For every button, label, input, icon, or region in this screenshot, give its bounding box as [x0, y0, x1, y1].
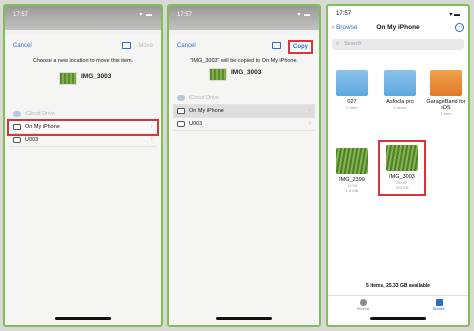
location-u003[interactable]: U003 › [9, 134, 157, 147]
drive-icon [13, 137, 21, 143]
search-placeholder: Search [344, 41, 362, 47]
search-input[interactable]: ⌕ Search [332, 39, 464, 50]
tab-bar: Recents Browse [328, 295, 468, 313]
file-name: IMG_3003 [81, 73, 112, 80]
file-thumbnail [209, 68, 227, 81]
chevron-right-icon: › [308, 107, 311, 114]
cloud-icon [177, 95, 185, 101]
grid-item[interactable]: 027 1 item [330, 70, 374, 110]
status-time: 17:57 [336, 11, 352, 17]
status-time: 17:57 [177, 12, 193, 18]
location-label: iCloud Drive [189, 95, 219, 101]
grid-item[interactable]: GarageBand for iOS 1 item [424, 70, 468, 116]
new-folder-icon[interactable] [272, 42, 281, 49]
status-icons: ▾ ▬ [297, 12, 311, 18]
storage-summary: 5 items, 25.33 GB available [366, 283, 430, 289]
prompt-text: "IMG_3003" will be copied to On My iPhon… [189, 58, 299, 64]
file-preview: IMG_3003 [5, 70, 161, 88]
home-indicator [216, 317, 272, 320]
item-meta: 1 item [440, 111, 452, 116]
home-indicator [370, 317, 426, 320]
cancel-button[interactable]: Cancel [13, 43, 32, 49]
location-icloud: iCloud Drive [173, 92, 315, 105]
item-meta: 12:09 1.6 MB [345, 183, 359, 193]
status-icons: ▾ ▬ [139, 12, 153, 18]
search-icon: ⌕ [336, 41, 340, 47]
nav-bar: On My iPhone ‹ Browse ··· [332, 23, 464, 35]
sheet-header: Cancel Copy [177, 40, 313, 54]
chevron-right-icon: › [150, 136, 153, 143]
location-label: iCloud Drive [25, 111, 55, 117]
status-icons: ▾ ▬ [449, 12, 460, 18]
location-icloud: iCloud Drive [9, 108, 157, 121]
location-on-my-iphone[interactable]: On My iPhone › [7, 119, 159, 136]
tab-recents[interactable]: Recents [348, 299, 378, 311]
location-label: On My iPhone [25, 124, 60, 130]
copy-button[interactable]: Copy [288, 40, 313, 54]
location-label: On My iPhone [189, 108, 224, 114]
new-folder-icon[interactable] [122, 42, 131, 49]
more-icon[interactable]: ··· [455, 23, 464, 32]
cloud-icon [13, 111, 21, 117]
phone-icon [177, 108, 185, 114]
screenshot-copy-dialog: 17:57 ▾ ▬ Cancel Copy "IMG_3003" will be… [167, 4, 321, 327]
item-meta: 00:57 322 KB [395, 180, 409, 190]
chevron-right-icon: › [308, 120, 311, 127]
status-bar: 17:57 ▾ ▬ [169, 6, 319, 30]
photo-thumbnail [336, 148, 368, 174]
status-bar: 17:57 ▾ ▬ [5, 6, 161, 30]
grid-item[interactable]: IMG_2399 12:09 1.6 MB [330, 148, 374, 193]
photo-thumbnail [386, 145, 418, 171]
file-thumbnail [59, 72, 77, 85]
garageband-icon [430, 70, 462, 96]
file-preview: IMG_3003 [169, 66, 319, 84]
tab-browse[interactable]: Browse [424, 299, 454, 311]
move-sheet: Cancel Move Choose a new location to mov… [5, 34, 161, 325]
app-folder-icon [384, 70, 416, 96]
move-button[interactable]: Move [138, 43, 153, 49]
item-meta: 1 item [346, 105, 358, 110]
location-list: iCloud Drive On My iPhone › U003 › [169, 92, 319, 131]
tab-label: Browse [433, 307, 445, 311]
prompt-text: Choose a new location to move this item. [32, 58, 134, 64]
screenshot-files-browser: 17:57 ▾ ▬ On My iPhone ‹ Browse ··· ⌕ Se… [326, 4, 470, 327]
clock-icon [359, 299, 367, 306]
chevron-right-icon: › [150, 123, 153, 130]
location-label: U003 [189, 121, 203, 127]
location-label: U003 [25, 137, 39, 143]
folder-icon [435, 299, 443, 306]
location-list: iCloud Drive On My iPhone › U003 › [5, 108, 161, 147]
back-button[interactable]: ‹ Browse [332, 24, 358, 31]
item-meta: 0 items [393, 105, 407, 110]
location-on-my-iphone[interactable]: On My iPhone › [173, 105, 315, 118]
sheet-header: Cancel Move [13, 42, 153, 54]
grid-item-selected[interactable]: IMG_3003 00:57 322 KB [378, 140, 426, 196]
phone-icon [13, 124, 21, 130]
item-name: GarageBand for iOS [426, 99, 466, 111]
grid-item[interactable]: Asfocla pro 0 items [378, 70, 422, 110]
home-indicator [55, 317, 111, 320]
copy-sheet: Cancel Copy "IMG_3003" will be copied to… [169, 34, 319, 325]
cancel-button[interactable]: Cancel [177, 43, 196, 49]
tab-label: Recents [356, 307, 370, 311]
screenshot-move-dialog: 17:57 ▾ ▬ Cancel Move Choose a new locat… [3, 4, 163, 327]
file-name: IMG_3003 [231, 69, 262, 76]
status-time: 17:57 [13, 12, 29, 18]
folder-icon [336, 70, 368, 96]
location-u003[interactable]: U003 › [173, 118, 315, 131]
drive-icon [177, 121, 185, 127]
